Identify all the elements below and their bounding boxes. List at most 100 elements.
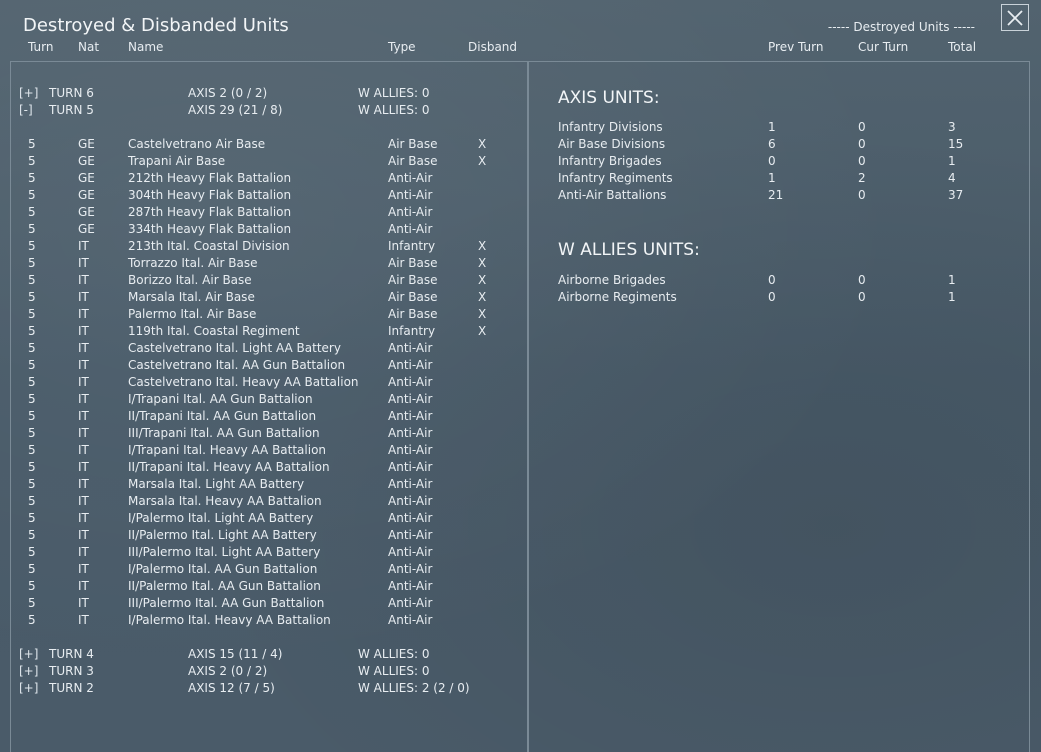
- turn-group-row[interactable]: [+] TURN 6 AXIS 2 (0 / 2) W ALLIES: 0: [0, 85, 520, 102]
- close-button[interactable]: [1001, 4, 1029, 31]
- turn-label: TURN 5: [49, 103, 94, 117]
- unit-turn: 5: [28, 596, 36, 610]
- unit-name: Palermo Ital. Air Base: [128, 307, 257, 321]
- unit-name: I/Palermo Ital. AA Gun Battalion: [128, 562, 318, 576]
- unit-row: 5 GE 287th Heavy Flak Battalion Anti-Air: [0, 204, 520, 221]
- unit-nat: IT: [78, 545, 89, 559]
- summary-cur-turn: 0: [858, 273, 866, 287]
- turn-group-row[interactable]: [+] TURN 3 AXIS 2 (0 / 2) W ALLIES: 0: [0, 663, 520, 680]
- unit-type: Anti-Air: [388, 375, 433, 389]
- unit-type: Anti-Air: [388, 613, 433, 627]
- unit-name: Castelvetrano Ital. Heavy AA Battalion: [128, 375, 359, 389]
- unit-row: 5 IT Castelvetrano Ital. Heavy AA Battalio…: [0, 374, 520, 391]
- turn-group-row[interactable]: [-] TURN 5 AXIS 29 (21 / 8) W ALLIES: 0: [0, 102, 520, 119]
- axis-count: AXIS 2 (0 / 2): [188, 664, 268, 678]
- summary-unit-type: Infantry Divisions: [558, 120, 663, 134]
- unit-row: 5 IT III/Palermo Ital. AA Gun Battalion Ant…: [0, 595, 520, 612]
- unit-turn: 5: [28, 341, 36, 355]
- unit-turn: 5: [28, 511, 36, 525]
- unit-disband: X: [478, 239, 487, 253]
- unit-type: Air Base: [388, 307, 438, 321]
- allies-count: W ALLIES: 0: [358, 647, 430, 661]
- axis-units-title: AXIS UNITS:: [558, 88, 660, 108]
- summary-cur-turn: 2: [858, 171, 866, 185]
- unit-nat: IT: [78, 477, 89, 491]
- summary-total: 3: [948, 120, 956, 134]
- summary-prev-turn: 6: [768, 137, 776, 151]
- unit-type: Anti-Air: [388, 477, 433, 491]
- unit-name: 287th Heavy Flak Battalion: [128, 205, 292, 219]
- unit-turn: 5: [28, 477, 36, 491]
- summary-row: Infantry Divisions 1 0 3: [0, 119, 1030, 136]
- unit-row: 5 IT III/Trapani Ital. AA Gun Battalion Ant…: [0, 425, 520, 442]
- turn-group-row[interactable]: [+] TURN 4 AXIS 15 (11 / 4) W ALLIES: 0: [0, 646, 520, 663]
- unit-nat: IT: [78, 341, 89, 355]
- unit-type: Anti-Air: [388, 409, 433, 423]
- summary-row: Infantry Regiments 1 2 4: [0, 170, 1030, 187]
- unit-name: III/Palermo Ital. AA Gun Battalion: [128, 596, 325, 610]
- unit-type: Anti-Air: [388, 528, 433, 542]
- turn-label: TURN 2: [49, 681, 94, 695]
- turn-label: TURN 4: [49, 647, 94, 661]
- unit-nat: IT: [78, 579, 89, 593]
- summary-row: Airborne Brigades 0 0 1: [0, 272, 1030, 289]
- unit-nat: IT: [78, 239, 89, 253]
- unit-name: II/Trapani Ital. AA Gun Battalion: [128, 409, 317, 423]
- window-title: Destroyed & Disbanded Units: [23, 15, 289, 36]
- unit-type: Anti-Air: [388, 562, 433, 576]
- unit-row: 5 IT Torrazzo Ital. Air Base Air Base X: [0, 255, 520, 272]
- unit-disband: X: [478, 256, 487, 270]
- unit-turn: 5: [28, 307, 36, 321]
- unit-turn: 5: [28, 562, 36, 576]
- unit-type: Anti-Air: [388, 579, 433, 593]
- unit-nat: IT: [78, 392, 89, 406]
- unit-turn: 5: [28, 222, 36, 236]
- summary-cur-turn: 0: [858, 188, 866, 202]
- unit-name: Marsala Ital. Light AA Battery: [128, 477, 305, 491]
- turn-label: TURN 6: [49, 86, 94, 100]
- unit-row: 5 IT II/Trapani Ital. AA Gun Battalion Anti…: [0, 408, 520, 425]
- col-header-total: Total: [948, 40, 977, 54]
- expand-toggle[interactable]: [+]: [19, 663, 38, 680]
- unit-row: 5 IT 213th Ital. Coastal Division Infantry X: [0, 238, 520, 255]
- turn-label: TURN 3: [49, 664, 94, 678]
- unit-row: 5 IT Palermo Ital. Air Base Air Base X: [0, 306, 520, 323]
- unit-type: Anti-Air: [388, 341, 433, 355]
- unit-type: Air Base: [388, 256, 438, 270]
- summary-total: 1: [948, 154, 956, 168]
- expand-toggle[interactable]: [+]: [19, 646, 38, 663]
- summary-total: 1: [948, 290, 956, 304]
- summary-prev-turn: 0: [768, 273, 776, 287]
- unit-name: Castelvetrano Ital. AA Gun Battalion: [128, 358, 346, 372]
- unit-type: Anti-Air: [388, 460, 433, 474]
- unit-turn: 5: [28, 205, 36, 219]
- expand-toggle[interactable]: [+]: [19, 680, 38, 697]
- expand-toggle[interactable]: [-]: [19, 102, 33, 119]
- expand-toggle[interactable]: [+]: [19, 85, 38, 102]
- summary-total: 37: [948, 188, 964, 202]
- unit-name: III/Trapani Ital. AA Gun Battalion: [128, 426, 320, 440]
- unit-name: 213th Ital. Coastal Division: [128, 239, 290, 253]
- unit-nat: IT: [78, 358, 89, 372]
- unit-name: 119th Ital. Coastal Regiment: [128, 324, 300, 338]
- summary-prev-turn: 1: [768, 120, 776, 134]
- unit-name: I/Trapani Ital. Heavy AA Battalion: [128, 443, 327, 457]
- unit-row: 5 IT II/Trapani Ital. Heavy AA Battalion An…: [0, 459, 520, 476]
- summary-cur-turn: 0: [858, 154, 866, 168]
- summary-total: 15: [948, 137, 964, 151]
- turn-group-row[interactable]: [+] TURN 2 AXIS 12 (7 / 5) W ALLIES: 2 (2 /…: [0, 680, 520, 697]
- unit-turn: 5: [28, 460, 36, 474]
- unit-type: Anti-Air: [388, 392, 433, 406]
- col-header-disband: Disband: [468, 40, 518, 54]
- summary-unit-type: Air Base Divisions: [558, 137, 666, 151]
- col-header-turn: Turn: [28, 40, 54, 54]
- unit-nat: IT: [78, 596, 89, 610]
- unit-row: 5 IT I/Palermo Ital. Light AA Battery Anti-…: [0, 510, 520, 527]
- unit-row: 5 IT III/Palermo Ital. Light AA Battery Ant…: [0, 544, 520, 561]
- unit-name: Castelvetrano Ital. Light AA Battery: [128, 341, 341, 355]
- unit-row: 5 IT I/Trapani Ital. Heavy AA Battalion Ant…: [0, 442, 520, 459]
- axis-count: AXIS 12 (7 / 5): [188, 681, 275, 695]
- unit-turn: 5: [28, 613, 36, 627]
- unit-row: 5 IT II/Palermo Ital. Light AA Battery Anti…: [0, 527, 520, 544]
- unit-name: 334th Heavy Flak Battalion: [128, 222, 292, 236]
